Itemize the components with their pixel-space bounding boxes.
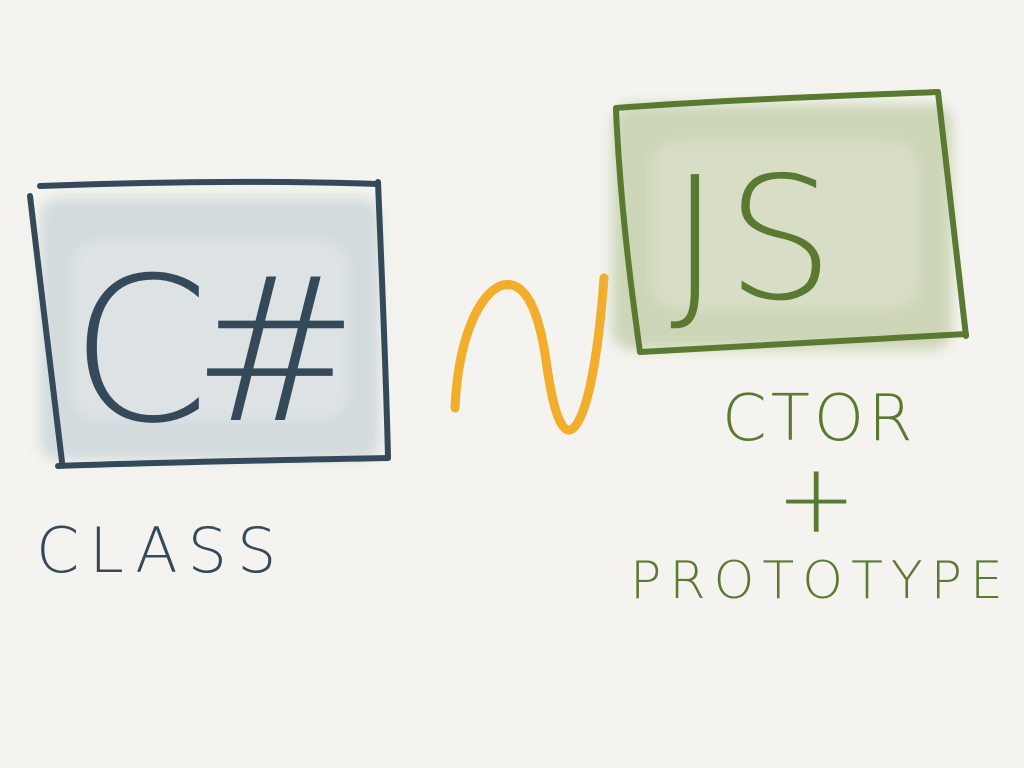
csharp-box: C# bbox=[27, 178, 391, 469]
class-label: CLASS bbox=[36, 514, 286, 587]
csharp-symbol: C# bbox=[70, 235, 345, 468]
js-symbol: JS bbox=[670, 141, 840, 339]
sketch-canvas: C# CLASS JS CTOR + PROTOTYPE bbox=[0, 0, 1024, 768]
approx-connector-icon bbox=[450, 273, 609, 435]
js-box: JS bbox=[612, 89, 969, 355]
prototype-label: PROTOTYPE bbox=[630, 551, 1011, 611]
plus-label: + bbox=[776, 443, 856, 555]
sketch-drawing: C# CLASS JS CTOR + PROTOTYPE bbox=[27, 89, 1011, 611]
